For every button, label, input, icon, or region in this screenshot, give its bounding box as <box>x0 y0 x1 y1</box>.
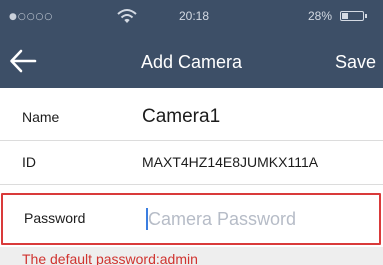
id-label: ID <box>22 154 36 170</box>
default-password-hint: The default password:admin <box>22 251 198 265</box>
battery-level-fill <box>342 13 348 19</box>
battery-icon <box>340 11 364 21</box>
divider <box>0 184 383 185</box>
name-field[interactable]: Camera1 <box>142 106 220 128</box>
status-bar: ●○○○○ 20:18 28% <box>0 0 383 36</box>
name-row[interactable]: Name Camera1 <box>0 98 383 140</box>
password-input[interactable] <box>144 205 369 233</box>
battery-tip <box>365 14 367 18</box>
arrow-left-icon[interactable] <box>8 48 38 74</box>
status-time: 20:18 <box>178 9 210 23</box>
wifi-icon <box>117 9 137 23</box>
top-bar: ●○○○○ 20:18 28% Add Camera Save <box>0 0 383 88</box>
page-title: Add Camera <box>140 52 243 72</box>
battery-percent: 28% <box>308 9 333 23</box>
password-label: Password <box>24 210 86 226</box>
id-value: MAXT4HZ14E8JUMKX111A <box>142 154 319 170</box>
name-label: Name <box>22 109 60 125</box>
add-camera-screen: ●○○○○ 20:18 28% Add Camera Save Name Cam… <box>0 0 383 265</box>
text-caret <box>146 208 148 230</box>
password-row[interactable]: Password <box>1 193 381 245</box>
id-row: ID MAXT4HZ14E8JUMKX111A <box>0 141 383 183</box>
signal-strength-icon: ●○○○○ <box>9 12 54 22</box>
save-button[interactable]: Save <box>316 52 376 73</box>
navigation-bar: Add Camera Save <box>0 36 383 88</box>
